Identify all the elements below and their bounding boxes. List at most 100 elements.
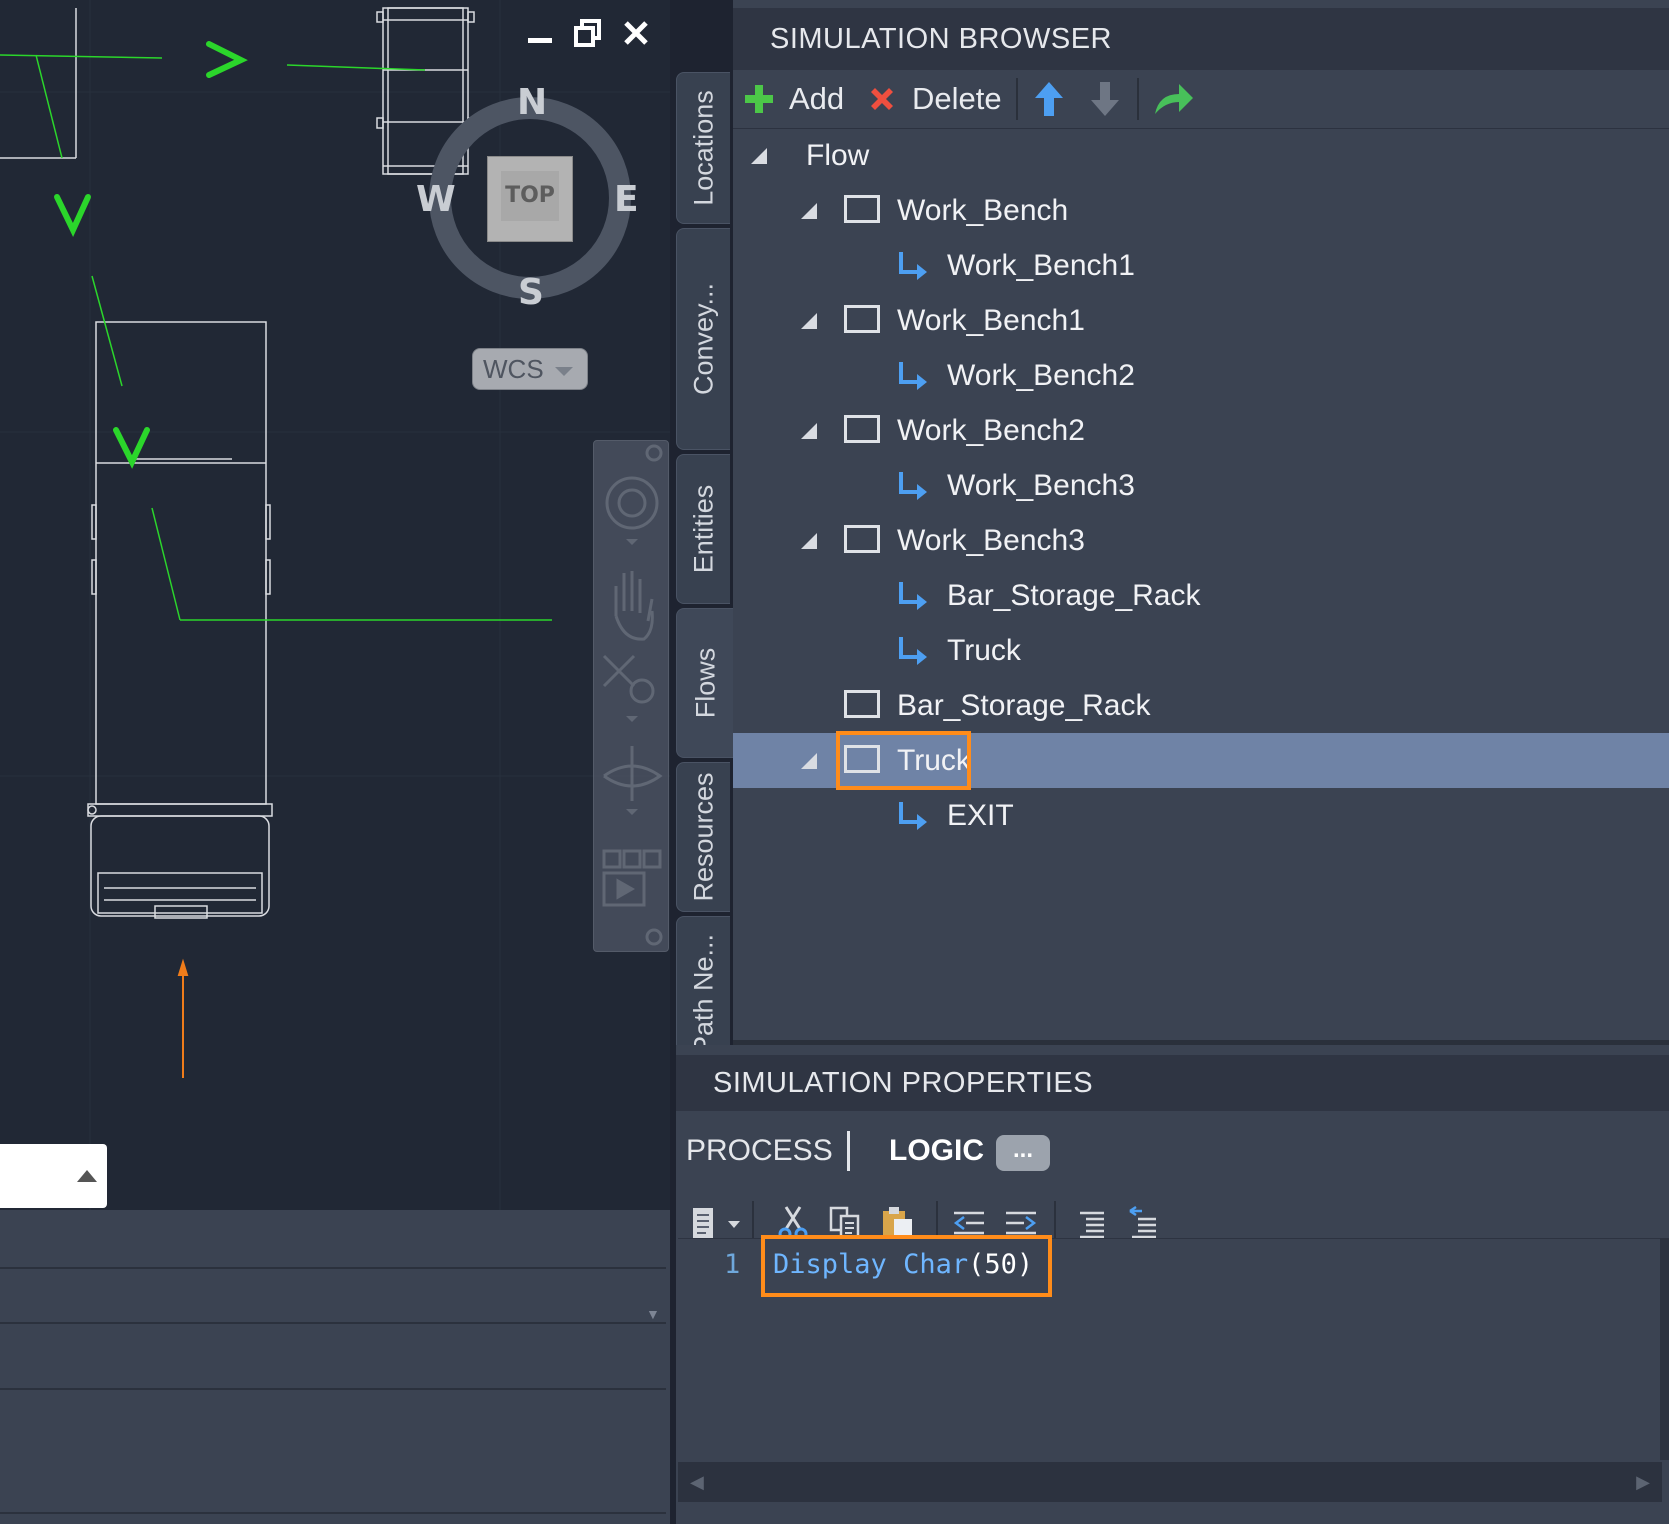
restore-button[interactable] xyxy=(566,18,610,59)
tab-label: Entities xyxy=(688,484,718,574)
browser-side-tabs: Locations Convey... Entities Flows Resou… xyxy=(676,70,734,1072)
move-up-button[interactable] xyxy=(1031,70,1067,128)
tab-label: Locations xyxy=(688,90,718,206)
tree-node-location[interactable]: Work_Bench1 xyxy=(733,293,1669,348)
tab-conveyors[interactable]: Convey... xyxy=(676,228,730,450)
expand-triangle-icon[interactable] xyxy=(801,423,817,439)
tree-node-location[interactable]: Work_Bench3 xyxy=(733,513,1669,568)
command-history-panel: ▼ xyxy=(0,1210,670,1524)
tree-node-label: Work_Bench xyxy=(897,194,1069,227)
more-options-button[interactable]: ... xyxy=(996,1135,1050,1171)
panel-title: SIMULATION BROWSER xyxy=(733,8,1669,70)
compass-south[interactable]: S xyxy=(518,272,544,313)
tree-node-route[interactable]: Work_Bench3 xyxy=(733,458,1669,513)
location-box-icon xyxy=(844,525,880,553)
tree-node-label: Bar_Storage_Rack xyxy=(897,689,1151,722)
tab-entities[interactable]: Entities xyxy=(676,454,730,604)
route-arrow-icon xyxy=(899,637,927,665)
wcs-dropdown[interactable]: WCS xyxy=(472,348,588,390)
tree-node-label: Flow xyxy=(806,139,870,172)
toolbar-separator xyxy=(1016,78,1018,120)
forward-button[interactable] xyxy=(1151,70,1195,128)
selection-highlight xyxy=(836,731,971,790)
scroll-left-icon[interactable]: ◀ xyxy=(690,1472,704,1493)
expand-triangle-icon[interactable] xyxy=(801,313,817,329)
chevron-down-icon xyxy=(626,716,638,722)
tree-node-label: Work_Bench1 xyxy=(897,304,1085,337)
add-button[interactable]: Add xyxy=(743,70,848,128)
add-label: Add xyxy=(789,81,845,116)
command-input-box[interactable] xyxy=(0,1144,107,1208)
tree-node-route[interactable]: Truck xyxy=(733,623,1669,678)
horizontal-scrollbar[interactable]: ◀ ▶ xyxy=(678,1462,1662,1502)
location-box-icon xyxy=(844,195,880,223)
compass-east[interactable]: E xyxy=(614,179,639,220)
viewcube-top-face[interactable]: TOP xyxy=(487,156,573,242)
scroll-right-icon[interactable]: ▶ xyxy=(1636,1472,1650,1493)
tree-node-location[interactable]: Bar_Storage_Rack xyxy=(733,678,1669,733)
chevron-down-icon[interactable] xyxy=(728,1221,740,1228)
plus-icon xyxy=(745,85,773,113)
expand-triangle-icon[interactable] xyxy=(801,203,817,219)
viewcube[interactable]: N S E W TOP xyxy=(416,82,639,313)
tree-node-location[interactable]: Work_Bench xyxy=(733,183,1669,238)
location-box-icon xyxy=(844,305,880,333)
drawing-viewport[interactable]: N S E W TOP WCS xyxy=(0,0,670,1210)
delete-button[interactable]: Delete xyxy=(866,70,1006,128)
close-button[interactable] xyxy=(614,18,658,59)
tree-node-route[interactable]: EXIT xyxy=(733,788,1669,843)
uncomment-lines-icon[interactable] xyxy=(1126,1205,1160,1241)
tree-node-label: Work_Bench2 xyxy=(897,414,1085,447)
vertical-scrollbar[interactable] xyxy=(1660,1238,1669,1460)
delete-label: Delete xyxy=(912,81,1002,116)
tree-node-label: Work_Bench3 xyxy=(947,469,1135,502)
flow-arrow-marker xyxy=(206,41,248,78)
tab-locations[interactable]: Locations xyxy=(676,72,730,224)
tab-flows[interactable]: Flows xyxy=(676,608,734,758)
zoom-extents-icon xyxy=(602,654,636,688)
location-box-icon xyxy=(844,690,880,718)
navigation-bar-icons xyxy=(602,444,663,946)
compass-north[interactable]: N xyxy=(517,82,547,123)
logic-code-editor[interactable]: 1 Display Char(50) xyxy=(678,1235,1662,1461)
chevron-down-icon[interactable]: ▼ xyxy=(646,1306,660,1322)
document-icon[interactable] xyxy=(688,1205,722,1241)
tree-node-label: Work_Bench1 xyxy=(947,249,1135,282)
customize-icon xyxy=(645,928,663,946)
tab-logic[interactable]: LOGIC xyxy=(889,1111,984,1191)
chevron-down-icon xyxy=(626,809,638,815)
tree-node-route[interactable]: Work_Bench1 xyxy=(733,238,1669,293)
simulation-browser-panel: SIMULATION BROWSER Add Delete Flow Work_… xyxy=(733,0,1669,1045)
tree-node-label: Work_Bench3 xyxy=(897,524,1085,557)
expand-triangle-icon[interactable] xyxy=(751,148,767,164)
divider xyxy=(0,1267,666,1269)
comment-lines-icon[interactable] xyxy=(1074,1205,1108,1241)
tree-node-label: Bar_Storage_Rack xyxy=(947,579,1201,612)
line-number: 1 xyxy=(724,1249,741,1280)
move-down-button[interactable] xyxy=(1087,70,1123,128)
tree-node-flow[interactable]: Flow xyxy=(733,128,1669,183)
properties-tabs: PROCESS LOGIC ... xyxy=(676,1111,1669,1191)
minimize-button[interactable] xyxy=(518,18,562,59)
tab-process[interactable]: PROCESS xyxy=(686,1111,833,1191)
close-icon xyxy=(645,444,663,462)
route-arrow-icon xyxy=(899,362,927,390)
pan-hand-icon xyxy=(614,571,654,641)
compass-west[interactable]: W xyxy=(416,179,456,220)
chevron-down-icon xyxy=(626,539,638,545)
tab-label: Convey... xyxy=(688,282,718,396)
orbit-icon xyxy=(603,746,663,801)
divider xyxy=(0,1322,666,1324)
tree-node-route[interactable]: Work_Bench2 xyxy=(733,348,1669,403)
code-highlight xyxy=(761,1235,1052,1297)
expand-triangle-icon[interactable] xyxy=(801,533,817,549)
tab-label: Resources xyxy=(688,772,718,902)
tree-node-route[interactable]: Bar_Storage_Rack xyxy=(733,568,1669,623)
showmotion-icon xyxy=(602,849,622,869)
route-arrow-icon xyxy=(899,472,927,500)
tree-node-location[interactable]: Work_Bench2 xyxy=(733,403,1669,458)
tab-resources[interactable]: Resources xyxy=(676,762,730,912)
expand-triangle-icon[interactable] xyxy=(801,753,817,769)
steering-wheel-icon xyxy=(605,476,659,530)
chevron-up-icon[interactable] xyxy=(77,1170,97,1182)
